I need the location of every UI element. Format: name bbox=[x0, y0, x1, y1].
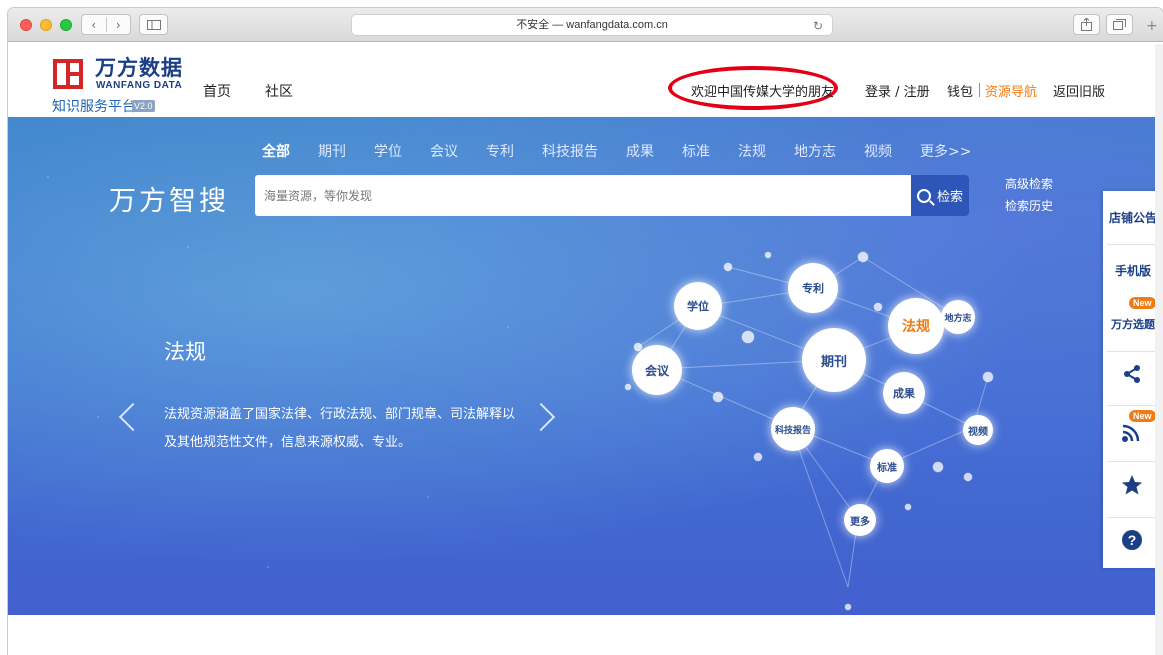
rss-icon[interactable] bbox=[1121, 423, 1143, 443]
tab-journals[interactable]: 期刊 bbox=[318, 141, 346, 161]
search-button[interactable]: 检索 bbox=[911, 175, 969, 216]
search-box: 检索 bbox=[255, 175, 969, 216]
mobile-version-link[interactable]: 手机版 bbox=[1103, 262, 1163, 279]
slide-description: 法规资源涵盖了国家法律、行政法规、部门规章、司法解释以及其他规范性文件，信息来源… bbox=[164, 407, 516, 450]
site-header: 万方数据 WANFANG DATA 知识服务平台 V2.0 首页 社区 欢迎中国… bbox=[8, 43, 1163, 117]
divider bbox=[1107, 461, 1159, 462]
new-badge: New bbox=[1129, 410, 1156, 422]
divider bbox=[979, 83, 980, 97]
sidebar-icon bbox=[146, 19, 161, 30]
version-badge: V2.0 bbox=[132, 100, 155, 112]
wallet-link[interactable]: 钱包 bbox=[947, 81, 973, 100]
advanced-search-link[interactable]: 高级检索 bbox=[1005, 175, 1053, 192]
tab-achievement[interactable]: 成果 bbox=[626, 141, 654, 161]
brain-network-illustration: 学位 专利 法规 地方志 会议 期刊 成果 科技报告 视频 标准 更多 bbox=[608, 247, 1008, 615]
tab-local-chronicle[interactable]: 地方志 bbox=[794, 141, 836, 161]
address-text: 不安全 — wanfangdata.com.cn bbox=[516, 19, 668, 31]
address-bar[interactable]: 不安全 — wanfangdata.com.cn ↻ bbox=[351, 14, 833, 36]
brain-node-video[interactable]: 视频 bbox=[963, 415, 993, 445]
window-controls bbox=[20, 19, 72, 31]
browser-window: ‹ › 不安全 — wanfangdata.com.cn ↻ + 万方数据 WA… bbox=[8, 8, 1163, 655]
divider bbox=[1107, 244, 1159, 245]
new-badge: New bbox=[1129, 297, 1156, 309]
topic-selection-link[interactable]: 万方选题 bbox=[1103, 316, 1163, 332]
search-history-link[interactable]: 检索历史 bbox=[1005, 197, 1053, 214]
tab-regulation[interactable]: 法规 bbox=[738, 141, 766, 161]
reload-icon[interactable]: ↻ bbox=[813, 16, 823, 36]
brain-node-more[interactable]: 更多 bbox=[844, 504, 876, 536]
login-register-link[interactable]: 登录 / 注册 bbox=[865, 81, 930, 100]
nav-home[interactable]: 首页 bbox=[203, 81, 231, 101]
tab-more[interactable]: 更多>> bbox=[920, 141, 971, 161]
brain-node-conference[interactable]: 会议 bbox=[632, 345, 682, 395]
floating-side-toolbar: 店铺公告 手机版 New 万方选题 New ? bbox=[1103, 191, 1163, 568]
divider bbox=[1107, 351, 1159, 352]
search-input[interactable] bbox=[255, 175, 913, 216]
brain-node-standard[interactable]: 标准 bbox=[870, 449, 904, 483]
page-scrollbar[interactable] bbox=[1155, 44, 1163, 655]
wanfang-logo-icon[interactable] bbox=[53, 59, 83, 89]
brain-node-journals[interactable]: 期刊 bbox=[802, 328, 866, 392]
brain-node-patent[interactable]: 专利 bbox=[788, 263, 838, 313]
brain-node-degree[interactable]: 学位 bbox=[674, 282, 722, 330]
tabs-icon bbox=[1113, 19, 1126, 30]
search-category-tabs: 全部 期刊 学位 会议 专利 科技报告 成果 标准 法规 地方志 视频 更多>> bbox=[262, 141, 999, 161]
share-nodes-icon[interactable] bbox=[1121, 363, 1143, 385]
shop-notice-link[interactable]: 店铺公告 bbox=[1103, 209, 1163, 226]
tab-degree[interactable]: 学位 bbox=[374, 141, 402, 161]
hero-banner: 全部 期刊 学位 会议 专利 科技报告 成果 标准 法规 地方志 视频 更多>>… bbox=[8, 117, 1163, 615]
tab-all[interactable]: 全部 bbox=[262, 141, 290, 161]
search-icon bbox=[916, 188, 931, 203]
old-version-link[interactable]: 返回旧版 bbox=[1053, 81, 1105, 100]
brain-node-local-chronicle[interactable]: 地方志 bbox=[941, 300, 975, 334]
brain-node-regulation[interactable]: 法规 bbox=[888, 298, 944, 354]
divider bbox=[1107, 405, 1159, 406]
divider bbox=[1107, 517, 1159, 518]
back-icon[interactable]: ‹ bbox=[82, 18, 106, 32]
star-icon[interactable] bbox=[1121, 474, 1143, 496]
slide-title: 法规 bbox=[164, 340, 206, 364]
tab-patent[interactable]: 专利 bbox=[486, 141, 514, 161]
help-icon[interactable]: ? bbox=[1121, 529, 1143, 551]
close-window-button[interactable] bbox=[20, 19, 32, 31]
logo-title[interactable]: 万方数据 bbox=[95, 52, 183, 82]
welcome-text: 欢迎中国传媒大学的朋友 bbox=[691, 85, 835, 100]
browser-toolbar: ‹ › 不安全 — wanfangdata.com.cn ↻ + bbox=[8, 8, 1163, 42]
brain-node-achievement[interactable]: 成果 bbox=[883, 372, 925, 414]
search-brand-title: 万方智搜 bbox=[109, 186, 229, 217]
resource-nav-link[interactable]: 资源导航 bbox=[985, 81, 1037, 100]
svg-text:?: ? bbox=[1128, 532, 1137, 548]
zoom-window-button[interactable] bbox=[60, 19, 72, 31]
new-tab-icon[interactable]: + bbox=[1146, 18, 1158, 34]
logo-english: WANFANG DATA bbox=[96, 80, 183, 91]
minimize-window-button[interactable] bbox=[40, 19, 52, 31]
share-icon bbox=[1081, 18, 1092, 31]
tab-standard[interactable]: 标准 bbox=[682, 141, 710, 161]
forward-icon[interactable]: › bbox=[107, 18, 131, 32]
logo-subtitle: 知识服务平台 bbox=[52, 99, 136, 115]
tab-video[interactable]: 视频 bbox=[864, 141, 892, 161]
tab-conference[interactable]: 会议 bbox=[430, 141, 458, 161]
search-button-label: 检索 bbox=[936, 190, 963, 205]
sidebar-toggle-button[interactable] bbox=[139, 14, 168, 35]
tab-overview-button[interactable] bbox=[1106, 14, 1133, 35]
nav-community[interactable]: 社区 bbox=[265, 81, 293, 101]
brain-node-tech-report[interactable]: 科技报告 bbox=[771, 407, 815, 451]
share-button[interactable] bbox=[1073, 14, 1100, 35]
history-nav: ‹ › bbox=[81, 14, 131, 35]
tab-tech-report[interactable]: 科技报告 bbox=[542, 141, 598, 161]
